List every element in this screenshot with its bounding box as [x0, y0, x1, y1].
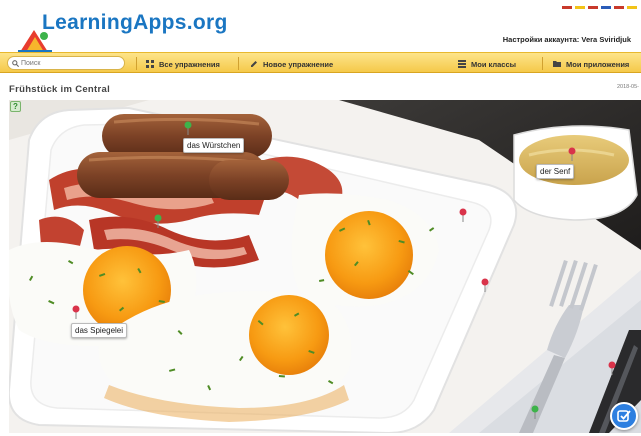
- account-settings-link[interactable]: Настройки аккаунта: Vera Sviridjuk: [503, 35, 631, 44]
- nav-my-classes[interactable]: Мои классы: [458, 57, 516, 71]
- page-date: 2018-05-: [616, 84, 639, 90]
- label-das-wuerstchen[interactable]: das Würstchen: [183, 138, 245, 153]
- language-flags[interactable]: [562, 6, 637, 10]
- pin-red-icon[interactable]: [568, 147, 576, 161]
- exercise-stage[interactable]: ? das Würstchen der Senf das Spiegelei: [9, 100, 641, 433]
- nav-all-exercises[interactable]: Все упражнения: [146, 57, 220, 71]
- header: LearningApps.org Настройки аккаунта: Ver…: [0, 0, 641, 54]
- nav-separator: [238, 57, 239, 70]
- search-box[interactable]: [7, 56, 125, 70]
- pin-green-icon[interactable]: [184, 121, 192, 135]
- nav-my-classes-label: Мои классы: [471, 59, 517, 69]
- pencil-icon: [251, 61, 257, 67]
- nav-new-exercise[interactable]: Новое упражнение: [250, 57, 333, 71]
- search-input[interactable]: [21, 59, 121, 67]
- pin-green-icon[interactable]: [531, 405, 539, 419]
- label-das-spiegelei[interactable]: das Spiegelei: [71, 323, 128, 338]
- help-icon[interactable]: ?: [10, 101, 21, 112]
- pin-red-icon[interactable]: [608, 361, 616, 375]
- search-icon: [12, 59, 19, 67]
- nav-my-apps[interactable]: Мои приложения: [553, 57, 629, 71]
- label-der-senf[interactable]: der Senf: [536, 164, 575, 179]
- check-button[interactable]: [610, 402, 638, 430]
- grid-icon: [146, 60, 154, 68]
- nav-separator: [542, 57, 543, 70]
- nav-separator: [136, 57, 137, 70]
- folder-icon: [553, 61, 561, 67]
- logo[interactable]: LearningApps.org: [12, 8, 232, 54]
- pin-red-icon[interactable]: [72, 305, 80, 319]
- nav-new-exercise-label: Новое упражнение: [263, 59, 334, 69]
- pin-red-icon[interactable]: [481, 278, 489, 292]
- logo-text: LearningApps.org: [42, 11, 228, 34]
- pin-red-icon[interactable]: [459, 208, 467, 222]
- breakfast-photo: [9, 100, 641, 433]
- list-icon: [458, 60, 466, 68]
- check-icon: [617, 410, 631, 422]
- nav-all-exercises-label: Все упражнения: [159, 59, 220, 69]
- nav-bar: Все упражнения Новое упражнение Мои клас…: [0, 52, 641, 73]
- pin-green-icon[interactable]: [154, 214, 162, 228]
- nav-my-apps-label: Мои приложения: [566, 59, 630, 69]
- page-title: Frühstück im Central: [9, 84, 111, 95]
